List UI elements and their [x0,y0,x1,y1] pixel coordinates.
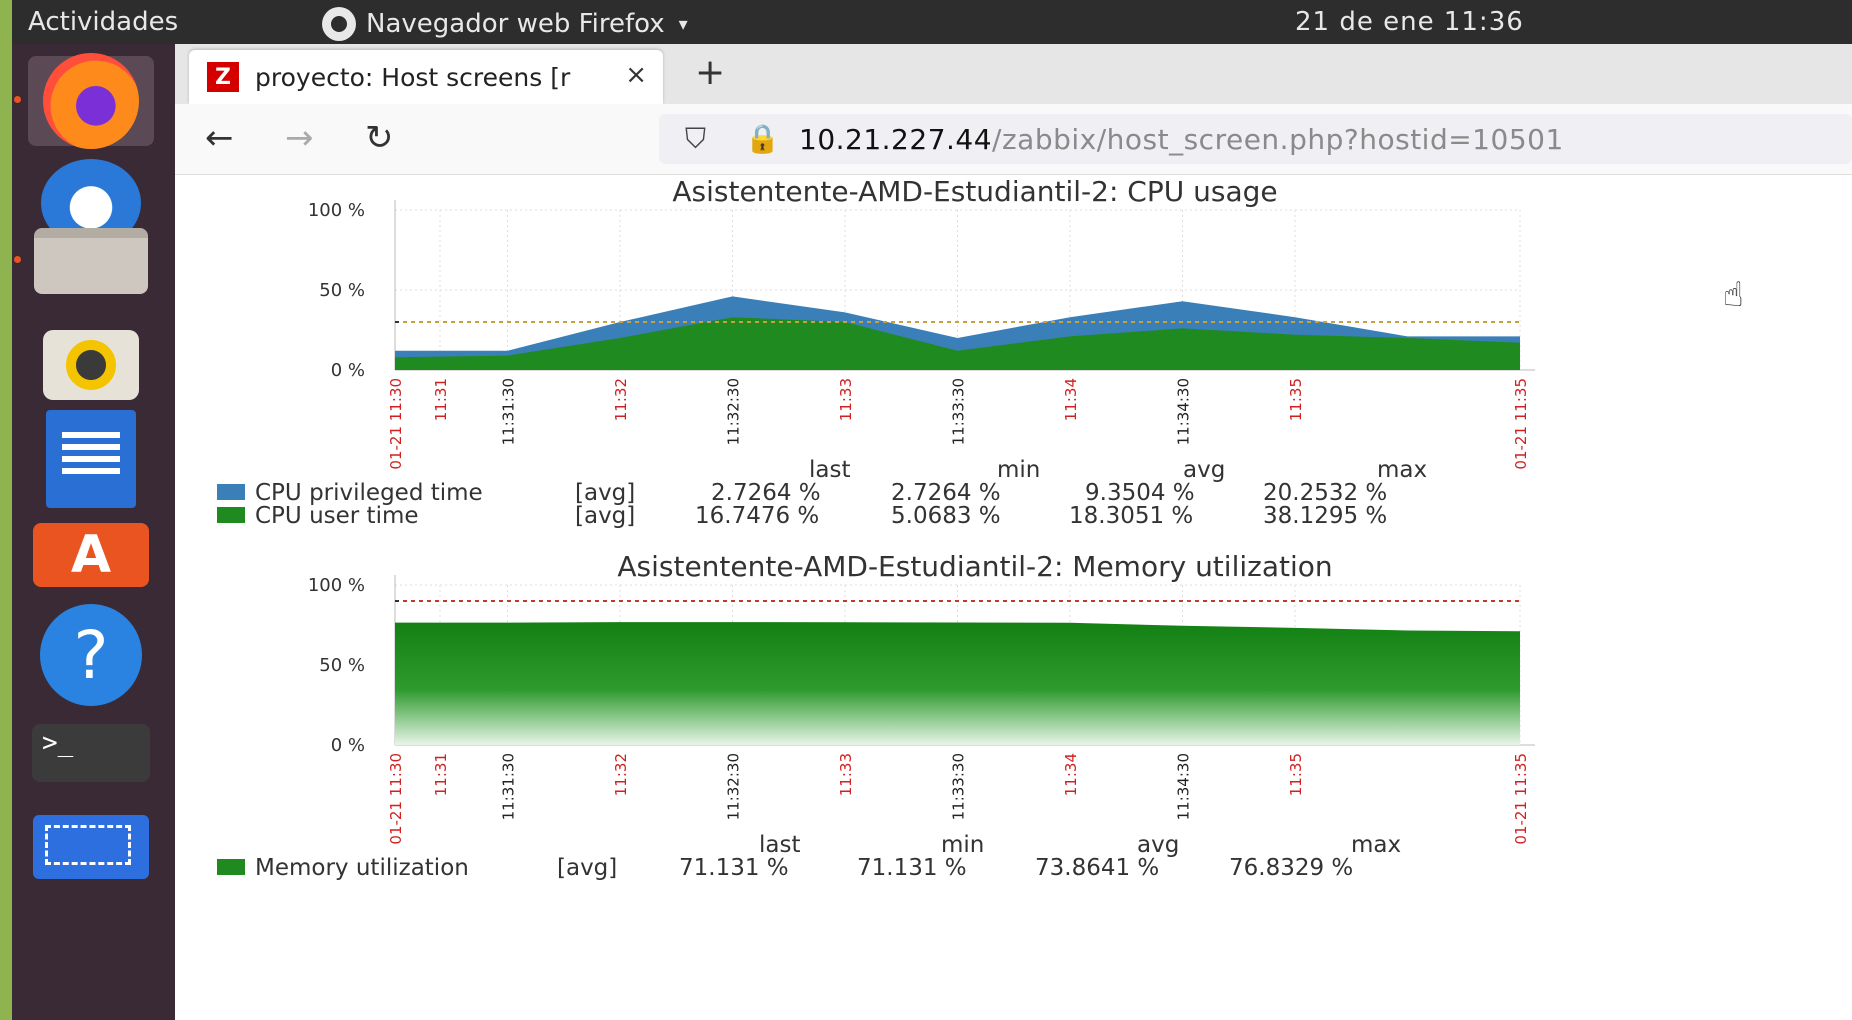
dock-help[interactable]: ? [28,604,154,706]
x-tick-label: 11:35 [1287,753,1305,796]
chevron-down-icon: ▾ [678,13,688,35]
tab-title: proyecto: Host screens [r [255,62,571,92]
x-tick-label: 11:31:30 [500,378,518,445]
dock-software[interactable]: A [28,510,154,600]
x-tick-label: 11:34:30 [1175,753,1193,820]
legend-swatch [217,859,245,875]
help-icon: ? [40,604,142,706]
x-tick-label: 01-21 11:30 [387,378,405,470]
legend-min: 5.0683 % [891,503,1001,529]
legend-avg: 18.3051 % [1069,503,1194,529]
x-tick-label: 11:34:30 [1175,378,1193,445]
legend-avg: 73.8641 % [1035,855,1160,881]
dock-rhythmbox[interactable] [28,320,154,410]
dock-firefox[interactable] [28,53,154,149]
x-tick-label: 01-21 11:35 [1512,378,1530,470]
legend-swatch [217,507,245,523]
legend-func: [avg] [557,855,618,881]
memory-legend: last min avg max Memory utilization [avg… [217,832,1517,882]
x-tick-label: 01-21 11:30 [387,753,405,845]
firefox-small-icon [322,7,356,41]
reload-button[interactable]: ↻ [365,118,394,158]
memory-graph[interactable]: Asistentente-AMD-Estudiantil-2: Memory u… [175,550,1852,1020]
memory-area [395,622,1520,745]
software-icon: A [33,523,149,587]
dock-screenshot[interactable] [28,802,154,892]
desktop-screen: Actividades Navegador web Firefox ▾ 21 d… [12,0,1852,1020]
legend-last: 71.131 % [679,855,789,881]
legend-series-name: Memory utilization [255,855,469,881]
cpu-chart-svg: 0 % 50 % 100 % 01-21 11:30 11:31 11:31:30 11:3… [308,200,1535,470]
zabbix-favicon-icon: Z [207,62,239,92]
new-tab-button[interactable]: + [695,52,725,93]
x-tick-label: 11:33 [837,378,855,421]
url-text[interactable]: 10.21.227.44/zabbix/host_screen.php?host… [799,123,1564,156]
cpu-graph[interactable]: Asistentente-AMD-Estudiantil-2: CPU usag… [175,175,1852,600]
tab-bar: Z proyecto: Host screens [r × + [175,44,1852,104]
hand-cursor-icon: ☝ [1723,275,1744,315]
page-content: Asistentente-AMD-Estudiantil-2: CPU usag… [175,175,1852,1020]
url-path: /zabbix/host_screen.php?hostid=10501 [992,123,1564,156]
x-tick-label: 11:33:30 [950,753,968,820]
rhythmbox-icon [43,330,139,400]
legend-func: [avg] [575,503,636,529]
clock[interactable]: 21 de ene 11:36 [1295,7,1524,37]
running-indicator [14,96,21,103]
top-bar: Actividades Navegador web Firefox ▾ 21 d… [12,0,1852,44]
terminal-icon: >_ [32,724,150,782]
legend-series-name: CPU user time [255,503,419,529]
x-tick-label: 11:33:30 [950,378,968,445]
x-tick-label: 01-21 11:35 [1512,753,1530,845]
y-tick-label: 100 % [308,575,365,596]
dock-terminal[interactable]: >_ [28,708,154,798]
legend-last: 16.7476 % [695,503,820,529]
y-tick-label: 50 % [319,655,365,676]
memory-chart-svg: 0 % 50 % 100 % 01-21 11:30 11:31 11:31:30 11:3… [308,575,1535,845]
x-tick-label: 11:33 [837,753,855,796]
url-host: 10.21.227.44 [799,123,993,156]
legend-row: CPU privileged time [avg] 2.7264 % 2.726… [217,480,1517,506]
y-tick-label: 0 % [331,360,365,381]
y-tick-label: 50 % [319,280,365,301]
app-menu-label: Navegador web Firefox [366,9,665,39]
dock: A ? >_ [12,44,175,1020]
close-tab-icon[interactable]: × [625,60,647,90]
legend-row: CPU user time [avg] 16.7476 % 5.0683 % 1… [217,503,1517,529]
cpu-legend: last min avg max CPU privileged time [av… [217,457,1517,529]
x-tick-label: 11:31:30 [500,753,518,820]
x-tick-label: 11:32 [612,378,630,421]
x-tick-label: 11:32:30 [725,378,743,445]
dock-writer[interactable] [28,410,154,508]
x-tick-label: 11:35 [1287,378,1305,421]
nav-bar: ← → ↻ ⛉ 🔒 10.21.227.44/zabbix/host_scree… [175,104,1852,175]
back-button[interactable]: ← [205,118,234,158]
dock-files[interactable] [28,216,154,306]
forward-button[interactable]: → [285,118,314,158]
activities-button[interactable]: Actividades [28,7,178,37]
x-tick-label: 11:34 [1062,378,1080,421]
x-tick-label: 11:31 [432,753,450,796]
legend-swatch [217,484,245,500]
y-tick-label: 0 % [331,735,365,756]
x-tick-label: 11:32 [612,753,630,796]
running-indicator [14,256,21,263]
files-icon [34,228,148,294]
x-tick-label: 11:31 [432,378,450,421]
shield-icon[interactable]: ⛉ [685,122,706,156]
legend-max: 38.1295 % [1263,503,1388,529]
writer-icon [46,410,136,508]
screenshot-icon [33,815,149,879]
insecure-lock-icon[interactable]: 🔒 [745,122,780,155]
y-tick-label: 100 % [308,200,365,221]
firefox-icon [43,53,139,149]
browser-tab[interactable]: Z proyecto: Host screens [r × [189,50,663,104]
app-menu[interactable]: Navegador web Firefox ▾ [322,7,688,41]
url-bar[interactable]: ⛉ 🔒 10.21.227.44/zabbix/host_screen.php?… [659,114,1852,164]
legend-max: 76.8329 % [1229,855,1354,881]
x-tick-label: 11:34 [1062,753,1080,796]
legend-min: 71.131 % [857,855,967,881]
x-tick-label: 11:32:30 [725,753,743,820]
legend-row: Memory utilization [avg] 71.131 % 71.131… [217,855,1517,881]
